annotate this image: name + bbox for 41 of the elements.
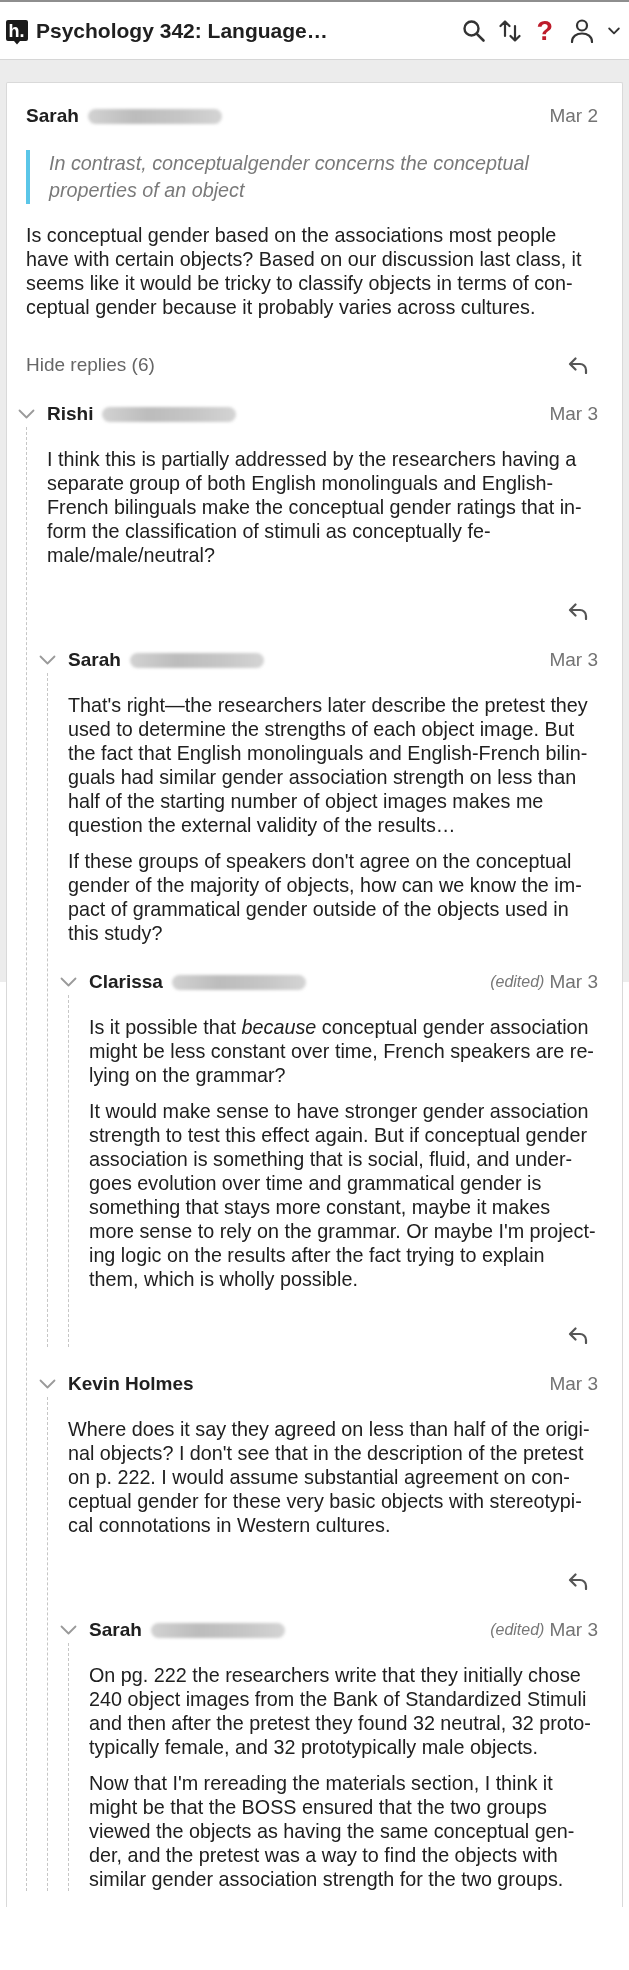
chevron-down-icon[interactable] — [60, 1625, 77, 1635]
comment-text: That's right—the researchers later describe the pretest they used to determine the strengths of each object image. But the fact that English monolinguals and English-French bilin-guals had similar gender association strength on less than half of the starting number of object images makes me question the external validity of the results… — [68, 693, 589, 837]
comment-text: Is it possible that because conceptual gender association might be less constant over time, French speakers are re-lying on the grammar? — [89, 1015, 595, 1087]
reply-icon[interactable] — [568, 602, 588, 620]
author-name: Clarissa — [89, 970, 163, 994]
author-name: Sarah — [68, 648, 121, 672]
comment-text: Is conceptual gender based on the associations most people have with certain objects? Based on our discussion last class, it seems like it would be tricky to classify objects in terms of con-ceptual gender because it probably varies across cultures. — [26, 223, 583, 319]
comment-text: It would make sense to have stronger gender association strength to test this effect again. But if conceptual gender association is something that is social, fluid, and under-goes evolution over time and grammatical gender is something that stays more constant, maybe it makes more sense to rely on the grammar. Or maybe I'm project-ing logic on the results after the fact trying to explain them, which is wholly possible. — [89, 1099, 597, 1291]
edited-label: (edited) — [490, 972, 545, 992]
logo[interactable]: h. — [6, 19, 28, 45]
author-name: Sarah — [89, 1618, 142, 1642]
timestamp: Mar 3 — [549, 1618, 598, 1642]
comment-text: On pg. 222 the researchers write that they initially chose 240 object images from the Bank of Standardized Stimuli and then after the pretest they found 32 neutral, 32 proto-typically female, and 32 prototypically male objects. — [89, 1663, 592, 1759]
reply-icon[interactable] — [568, 1572, 588, 1590]
quoted-text: In contrast, conceptualgender concerns the conceptual properties of an object — [26, 150, 598, 204]
comment-text: Now that I'm rereading the materials section, I think it might be that the BOSS ensured that the two groups viewed the objects as having the same conceptual gen-der, and the pretest was a way to find the objects with similar gender association strength for the two groups. — [89, 1771, 576, 1891]
author-name: Kevin Holmes — [68, 1372, 194, 1396]
chevron-down-icon[interactable] — [18, 409, 35, 419]
help-button[interactable]: ? — [536, 15, 553, 46]
hide-replies-button[interactable]: Hide replies (6) — [26, 354, 155, 376]
timestamp: Mar 3 — [549, 648, 598, 672]
comment-text: I think this is partially addressed by the researchers having a separate group of both English monolinguals and English-French bilinguals make the conceptual gender ratings that in-form the classification of stimuli as conceptually fe-male/male/neutral? — [47, 447, 583, 567]
sort-icon[interactable] — [497, 18, 522, 43]
timestamp: Mar 3 — [549, 970, 598, 994]
comment-text: If these groups of speakers don't agree on the conceptual gender of the majority of objects, how can we know the im-pact of grammatical gender outside of the objects used in this study? — [68, 849, 583, 945]
edited-label: (edited) — [490, 1620, 545, 1640]
reply-icon[interactable] — [568, 356, 588, 374]
caret-icon[interactable] — [608, 26, 620, 35]
search-icon[interactable] — [461, 18, 486, 43]
reply-icon[interactable] — [568, 1326, 588, 1344]
group-title[interactable]: Psychology 342: Language… — [36, 18, 328, 43]
author-name: Sarah — [26, 104, 79, 128]
timestamp: Mar 3 — [549, 1372, 598, 1396]
timestamp: Mar 3 — [549, 402, 598, 426]
chevron-down-icon[interactable] — [39, 655, 56, 665]
author-name: Rishi — [47, 402, 94, 426]
timestamp: Mar 2 — [549, 104, 598, 128]
comment-text: Where does it say they agreed on less than half of the origi-nal objects? I don't see that in the description of the pretest on p. 222. I would assume substantial agreement on con-ceptual gender for these very basic objects with stereotypi-cal connotations in Western cultures. — [68, 1417, 591, 1537]
chevron-down-icon[interactable] — [60, 977, 77, 987]
person-icon[interactable] — [570, 18, 594, 43]
chevron-down-icon[interactable] — [39, 1379, 56, 1389]
